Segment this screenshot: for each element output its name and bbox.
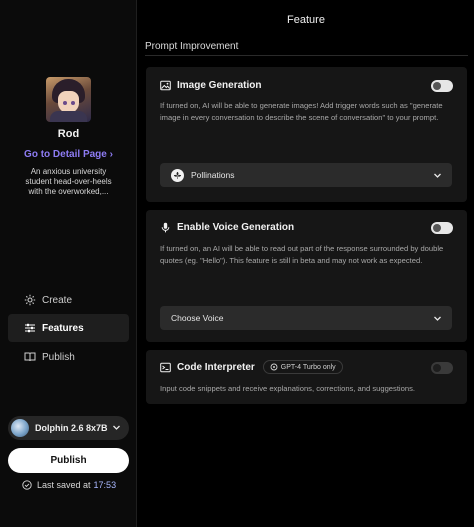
gpt4-badge-label: GPT-4 Turbo only xyxy=(280,363,336,371)
microphone-icon xyxy=(160,222,171,233)
voice-generation-toggle[interactable] xyxy=(431,222,453,234)
main-panel: Feature Prompt Improvement Image Generat… xyxy=(138,0,474,527)
check-circle-icon xyxy=(22,480,32,490)
image-provider-value: Pollinations xyxy=(191,170,235,180)
sidebar: Rod Go to Detail Page › An anxious unive… xyxy=(0,0,137,527)
nav-features[interactable]: Features xyxy=(8,314,129,342)
gear-icon xyxy=(24,294,36,306)
model-selector[interactable]: Dolphin 2.6 8x7B xyxy=(8,416,129,440)
nav-features-label: Features xyxy=(42,322,84,334)
model-name: Dolphin 2.6 8x7B xyxy=(35,423,108,433)
code-interpreter-toggle[interactable] xyxy=(431,362,453,374)
image-provider-select[interactable]: Pollinations xyxy=(160,163,452,187)
chevron-down-icon xyxy=(433,171,442,182)
sliders-icon xyxy=(24,322,36,334)
pollinations-logo-icon xyxy=(171,168,184,182)
dolphin-logo-icon xyxy=(11,419,29,437)
voice-generation-title: Enable Voice Generation xyxy=(177,222,295,233)
terminal-icon xyxy=(160,362,171,373)
nav-create[interactable]: Create xyxy=(8,286,129,314)
gpt4-badge: GPT-4 Turbo only xyxy=(262,360,343,374)
avatar xyxy=(46,77,91,122)
image-icon xyxy=(160,80,171,91)
detail-page-link[interactable]: Go to Detail Page › xyxy=(0,149,137,160)
code-interpreter-title: Code Interpreter xyxy=(177,361,255,373)
image-generation-toggle[interactable] xyxy=(431,80,453,92)
voice-generation-card: Enable Voice Generation If turned on, an… xyxy=(146,210,467,342)
section-title: Prompt Improvement xyxy=(145,41,239,52)
image-generation-description: If turned on, AI will be able to generat… xyxy=(160,101,443,122)
chevron-down-icon xyxy=(433,314,442,325)
image-generation-header: Image Generation xyxy=(160,80,261,91)
nav-publish[interactable]: Publish xyxy=(8,343,129,371)
code-interpreter-description: Input code snippets and receive explanat… xyxy=(160,384,415,393)
openai-icon xyxy=(270,363,278,371)
voice-generation-header: Enable Voice Generation xyxy=(160,222,294,233)
page-title: Feature xyxy=(287,14,325,26)
character-bio: An anxious university student head-over-… xyxy=(25,167,112,196)
image-generation-title: Image Generation xyxy=(177,80,262,91)
code-interpreter-card: Code Interpreter GPT-4 Turbo only Input … xyxy=(146,350,467,404)
code-interpreter-header: Code Interpreter GPT-4 Turbo only xyxy=(160,360,343,374)
last-saved-status: Last saved at 17:53 xyxy=(22,480,132,490)
last-saved-label: Last saved at xyxy=(37,480,91,490)
nav-publish-label: Publish xyxy=(42,351,75,363)
character-name: Rod xyxy=(57,128,80,140)
section-divider xyxy=(145,55,468,56)
voice-select[interactable]: Choose Voice xyxy=(160,306,452,330)
image-generation-card: Image Generation If turned on, AI will b… xyxy=(146,67,467,202)
chevron-down-icon xyxy=(112,423,121,434)
publish-button[interactable]: Publish xyxy=(8,448,129,473)
nav-create-label: Create xyxy=(42,294,73,306)
book-icon xyxy=(24,351,36,363)
voice-generation-description: If turned on, an AI will be able to read… xyxy=(160,244,444,265)
last-saved-time: 17:53 xyxy=(93,480,117,490)
voice-select-value: Choose Voice xyxy=(171,313,224,323)
